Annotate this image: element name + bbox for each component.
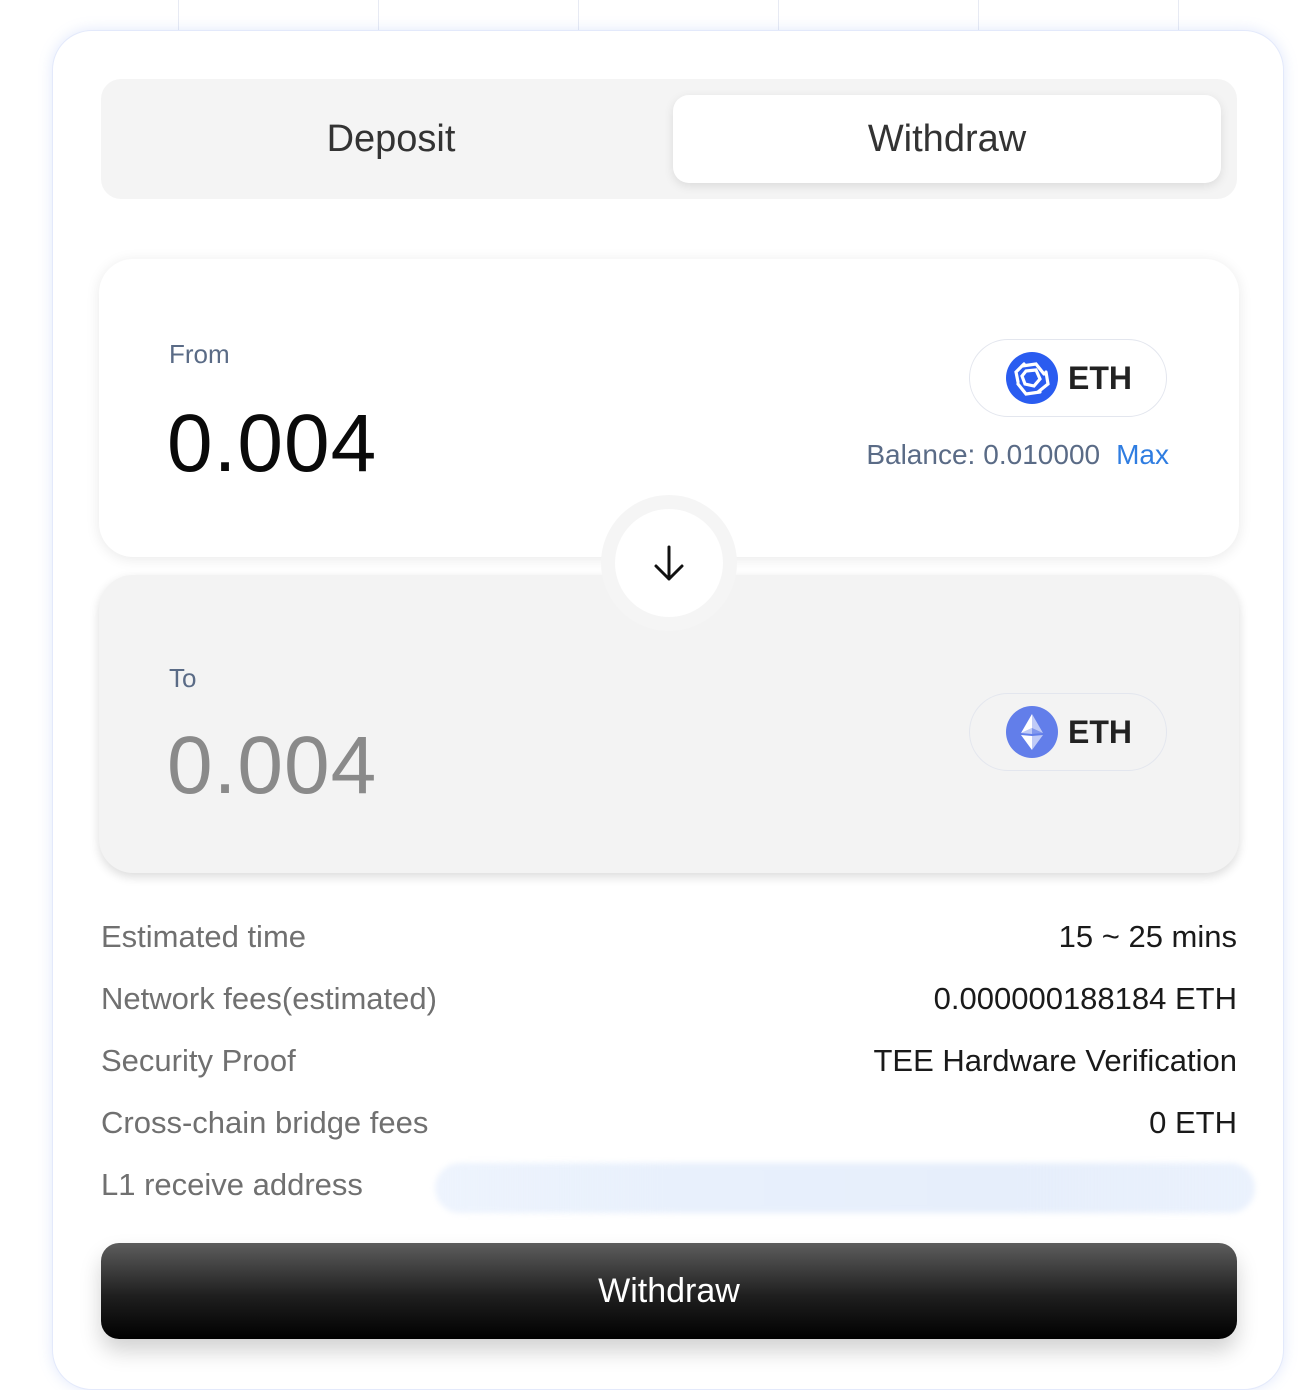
- to-amount: 0.004: [167, 720, 378, 811]
- from-amount-input[interactable]: 0.004: [167, 397, 377, 491]
- swap-direction-button[interactable]: [615, 509, 723, 617]
- detail-value: TEE Hardware Verification: [873, 1043, 1237, 1078]
- detail-value: 0.000000188184 ETH: [933, 981, 1237, 1016]
- grid-line: [578, 0, 579, 30]
- from-token-selector[interactable]: ETH: [969, 339, 1167, 417]
- tab-deposit[interactable]: Deposit: [117, 95, 665, 183]
- background-grid: [0, 0, 1312, 30]
- detail-row-estimated-time: Estimated time 15 ~ 25 mins: [101, 915, 1237, 959]
- balance-row: Balance: 0.010000 Max: [857, 439, 1169, 471]
- detail-row-bridge-fees: Cross-chain bridge fees 0 ETH: [101, 1101, 1237, 1145]
- tab-withdraw[interactable]: Withdraw: [673, 95, 1221, 183]
- bridge-card: Deposit Withdraw From 0.004 ETH Balance:…: [52, 30, 1284, 1390]
- grid-line: [1178, 0, 1179, 30]
- detail-row-network-fees: Network fees(estimated) 0.000000188184 E…: [101, 977, 1237, 1021]
- from-token-name: ETH: [1068, 359, 1132, 396]
- grid-line: [378, 0, 379, 30]
- withdraw-submit-button[interactable]: Withdraw: [101, 1243, 1237, 1339]
- grid-line: [978, 0, 979, 30]
- chain-logo-icon: [1006, 352, 1058, 404]
- grid-line: [178, 0, 179, 30]
- max-button[interactable]: Max: [1116, 439, 1169, 471]
- to-token-name: ETH: [1068, 713, 1132, 750]
- redacted-address-blur: [435, 1163, 1255, 1213]
- ethereum-icon: [1006, 706, 1058, 758]
- detail-row-receive-address: L1 receive address: [101, 1163, 1255, 1213]
- balance-label: Balance:: [866, 439, 976, 470]
- detail-label: Cross-chain bridge fees: [101, 1105, 429, 1140]
- to-token-selector[interactable]: ETH: [969, 693, 1167, 771]
- mode-tabs: Deposit Withdraw: [101, 79, 1237, 199]
- from-label: From: [169, 339, 230, 369]
- detail-label: Security Proof: [101, 1043, 296, 1078]
- detail-label: Network fees(estimated): [101, 981, 437, 1016]
- to-label: To: [169, 663, 197, 693]
- detail-label: Estimated time: [101, 919, 307, 954]
- detail-row-security-proof: Security Proof TEE Hardware Verification: [101, 1039, 1237, 1083]
- arrow-down-icon: [654, 545, 684, 581]
- detail-label: L1 receive address: [101, 1167, 363, 1202]
- detail-value: 0 ETH: [1149, 1105, 1237, 1140]
- grid-line: [778, 0, 779, 30]
- detail-value: 15 ~ 25 mins: [1058, 919, 1237, 954]
- balance-value: 0.010000: [983, 439, 1101, 470]
- swap-button-ring: [601, 495, 737, 631]
